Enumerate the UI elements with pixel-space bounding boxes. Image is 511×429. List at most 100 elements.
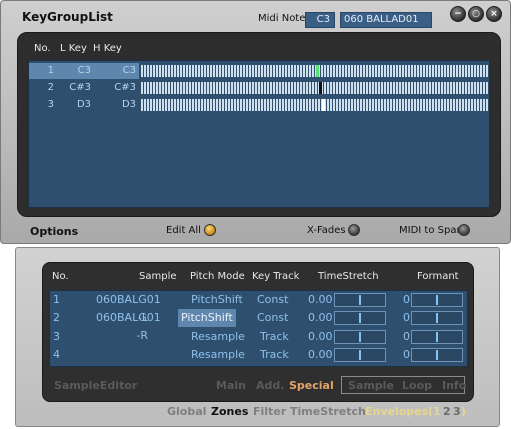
pitch-mode[interactable]: Resample xyxy=(191,328,245,346)
header-hkey: H Key xyxy=(93,43,122,54)
formant-slider[interactable] xyxy=(411,348,463,362)
edit-all-toggle[interactable] xyxy=(204,224,216,236)
editor-tabs: Global Zones Filter TimeStretch Envelope… xyxy=(16,404,499,422)
keygroup-lkey[interactable]: C#3 xyxy=(57,80,91,96)
special-tab[interactable]: Special xyxy=(289,379,334,392)
keygroup-row[interactable]: 1 C3 C3 xyxy=(29,63,489,79)
formant-slider[interactable] xyxy=(411,330,463,344)
pitch-mode[interactable]: Resample xyxy=(191,346,245,364)
xfades-toggle[interactable] xyxy=(348,224,360,236)
slider-thumb[interactable] xyxy=(436,350,438,360)
envelope-paren-close: ) xyxy=(461,405,467,418)
formant-value: 0 xyxy=(403,348,410,361)
keygroup-panel: No. L Key H Key 1 C3 C3 2 C#3 C#3 3 D3 D… xyxy=(17,32,501,217)
keygroup-lkey[interactable]: C3 xyxy=(57,63,91,79)
sample-row[interactable]: 1 060BALG01 -L PitchShift Const 0.00 0 xyxy=(50,291,467,324)
sample-no: 1 xyxy=(53,293,60,306)
slider-thumb[interactable] xyxy=(436,313,438,323)
options-label: Options xyxy=(30,225,79,238)
sample-no: 3 xyxy=(53,330,60,343)
sample-footer: SampleEditor Main Add. Special Sample Lo… xyxy=(43,375,473,397)
timestretch-slider[interactable] xyxy=(334,293,386,307)
formant-slider[interactable] xyxy=(411,311,463,325)
slider-thumb[interactable] xyxy=(359,350,361,360)
title-bar[interactable]: KeyGroupList Midi Note C3 060 BALLAD01 −… xyxy=(1,1,510,29)
header-no: No. xyxy=(52,271,69,282)
pitch-mode[interactable]: PitchShift xyxy=(178,309,236,327)
key-track[interactable]: Const xyxy=(257,291,288,309)
keyrange-marker[interactable] xyxy=(316,65,319,77)
midi-to-span-toggle[interactable] xyxy=(458,224,470,236)
midi-note-label: Midi Note xyxy=(258,13,306,24)
keyrange-bar[interactable] xyxy=(141,99,489,111)
keygroup-hkey[interactable]: C3 xyxy=(93,63,136,79)
envelope-2[interactable]: 2 xyxy=(443,405,451,418)
timestretch-slider[interactable] xyxy=(334,311,386,325)
slider-thumb[interactable] xyxy=(359,313,361,323)
midi-sample-field[interactable]: 060 BALLAD01 xyxy=(340,12,432,28)
timestretch-value: 0.00 xyxy=(308,330,333,343)
timestretch-value: 0.00 xyxy=(308,348,333,361)
slider-thumb[interactable] xyxy=(436,295,438,305)
tab-timestretch[interactable]: TimeStretch xyxy=(290,405,366,418)
header-sample: Sample xyxy=(139,271,177,282)
timestretch-value: 0.00 xyxy=(308,311,333,324)
keygroup-row[interactable]: 3 D3 D3 xyxy=(29,97,489,113)
sample-zones-panel: No. Sample Pitch Mode Key Track TimeStre… xyxy=(42,262,474,402)
midi-note-field[interactable]: C3 xyxy=(305,12,335,28)
sample-no: 4 xyxy=(53,348,60,361)
sample-tab[interactable]: Sample xyxy=(348,379,394,392)
formant-value: 0 xyxy=(403,330,410,343)
header-lkey: L Key xyxy=(60,43,87,54)
keygroup-list-window: KeyGroupList Midi Note C3 060 BALLAD01 −… xyxy=(0,0,511,244)
tab-zones[interactable]: Zones xyxy=(211,405,248,418)
tab-envelopes[interactable]: Envelopes xyxy=(365,405,428,418)
formant-value: 0 xyxy=(403,311,410,324)
envelope-1[interactable]: 1 xyxy=(433,405,441,418)
sample-editor-button[interactable]: SampleEditor xyxy=(54,379,137,392)
keygroup-list[interactable]: 1 C3 C3 2 C#3 C#3 3 D3 D3 xyxy=(28,60,490,208)
sample-row[interactable]: 3 Resample Track 0.00 0 xyxy=(50,328,467,346)
sample-headers: No. Sample Pitch Mode Key Track TimeStre… xyxy=(43,271,473,285)
key-track[interactable]: Track xyxy=(260,346,289,364)
edit-all-label: Edit All xyxy=(166,225,201,236)
header-pitch-mode: Pitch Mode xyxy=(190,271,245,282)
minimize-icon[interactable]: − xyxy=(450,6,466,22)
maximize-icon[interactable]: ○ xyxy=(468,6,484,22)
timestretch-slider[interactable] xyxy=(334,348,386,362)
envelope-3[interactable]: 3 xyxy=(453,405,461,418)
info-tab[interactable]: Info xyxy=(442,379,466,392)
header-key-track: Key Track xyxy=(252,271,300,282)
keyrange-bar[interactable] xyxy=(141,82,489,94)
header-formant: Formant xyxy=(417,271,459,282)
add-tab[interactable]: Add. xyxy=(256,379,284,392)
keygroup-headers: No. L Key H Key xyxy=(18,43,500,57)
pitch-mode[interactable]: PitchShift xyxy=(191,291,243,309)
keyrange-bar[interactable] xyxy=(141,65,489,77)
keygroup-no: 1 xyxy=(47,65,54,76)
keygroup-hkey[interactable]: D3 xyxy=(93,97,136,113)
slider-thumb[interactable] xyxy=(359,332,361,342)
sample-row[interactable]: 2 060BALG01 -R PitchShift Const 0.00 0 xyxy=(50,309,467,342)
keyrange-marker[interactable] xyxy=(322,99,325,111)
timestretch-value: 0.00 xyxy=(308,293,333,306)
close-icon[interactable]: × xyxy=(486,6,502,22)
key-track[interactable]: Const xyxy=(257,309,288,327)
key-track[interactable]: Track xyxy=(260,328,289,346)
keygroup-row[interactable]: 2 C#3 C#3 xyxy=(29,80,489,96)
header-no: No. xyxy=(34,43,51,54)
keygroup-lkey[interactable]: D3 xyxy=(57,97,91,113)
keygroup-hkey[interactable]: C#3 xyxy=(93,80,136,96)
slider-thumb[interactable] xyxy=(359,295,361,305)
xfades-label: X-Fades xyxy=(307,225,346,236)
keyrange-marker[interactable] xyxy=(319,82,322,94)
main-tab[interactable]: Main xyxy=(216,379,246,392)
slider-thumb[interactable] xyxy=(436,332,438,342)
timestretch-slider[interactable] xyxy=(334,330,386,344)
tab-filter[interactable]: Filter xyxy=(253,405,286,418)
sample-list[interactable]: 1 060BALG01 -L PitchShift Const 0.00 0 2… xyxy=(49,290,468,367)
tab-global[interactable]: Global xyxy=(167,405,206,418)
loop-tab[interactable]: Loop xyxy=(402,379,432,392)
formant-slider[interactable] xyxy=(411,293,463,307)
sample-row[interactable]: 4 Resample Track 0.00 0 xyxy=(50,346,467,364)
